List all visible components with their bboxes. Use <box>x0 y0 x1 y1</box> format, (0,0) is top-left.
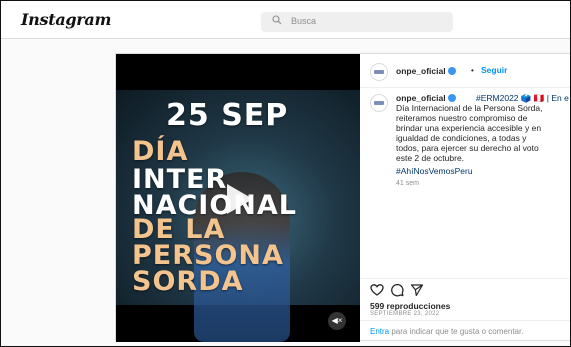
video-text-date: 25 SEP <box>166 98 289 133</box>
volume-off-icon[interactable]: ◀× <box>328 312 346 330</box>
login-prompt-text: para indicar que te gusta o comentar. <box>389 327 524 336</box>
post-dialog: 25 SEP DÍA INTER NACIONAL DE LA PERSONA … <box>115 53 570 342</box>
caption-line: este 2 de octubre. <box>396 153 465 163</box>
verified-badge-icon <box>447 94 456 102</box>
separator-dot: • <box>471 66 474 75</box>
caption-line: igualdad de condiciones, a todas y <box>396 133 527 143</box>
search-icon <box>272 15 282 25</box>
heart-icon[interactable] <box>370 283 384 297</box>
browser-viewport: Instagram Busca 25 SEP DÍA INTER NACIONA… <box>0 0 571 347</box>
caption-line: reiteramos nuestro compromiso de <box>396 113 528 123</box>
play-icon[interactable] <box>217 179 257 219</box>
caption-username-link[interactable]: onpe_oficial <box>396 93 446 103</box>
top-navbar: Instagram Busca <box>1 1 570 39</box>
post-author: onpe_oficial <box>396 66 456 76</box>
comment-icon[interactable] <box>390 283 404 297</box>
search-placeholder: Busca <box>291 16 317 26</box>
caption-author: onpe_oficial <box>396 93 456 103</box>
post-sidebar: onpe_oficial • Seguir ⋯ onpe_oficial #ER… <box>360 54 570 342</box>
action-bar <box>360 278 570 300</box>
follow-button[interactable]: Seguir <box>481 65 507 75</box>
login-link[interactable]: Entra <box>370 327 389 336</box>
hashtag-link[interactable]: #AhíNosVemosPeru <box>396 166 473 176</box>
caption-avatar[interactable] <box>370 94 388 112</box>
post-date: SEPTIEMBRE 23, 2022 <box>370 311 440 317</box>
avatar[interactable] <box>370 63 388 81</box>
caption-line: Día Internacional de la Persona Sorda, <box>396 103 543 113</box>
search-input[interactable]: Busca <box>261 12 453 32</box>
caption-line: todos, para ejercer su derecho al voto <box>396 143 539 153</box>
video-text-line: SORDA <box>132 266 244 297</box>
view-count: 599 reproducciones <box>370 301 451 311</box>
instagram-logo[interactable]: Instagram <box>21 10 111 29</box>
share-icon[interactable] <box>410 283 424 297</box>
login-prompt: Entra para indicar que te gusta o coment… <box>360 320 570 342</box>
caption: onpe_oficial #ERM2022 🗳️ 🇵🇪 | En e Día I… <box>360 88 570 278</box>
post-header: onpe_oficial • Seguir ⋯ <box>360 54 570 88</box>
post-time-ago: 41 sem <box>396 180 419 187</box>
video-text-line: DÍA <box>132 136 189 167</box>
verified-badge-icon <box>447 67 456 75</box>
video-player[interactable]: 25 SEP DÍA INTER NACIONAL DE LA PERSONA … <box>116 54 360 342</box>
username-link[interactable]: onpe_oficial <box>396 66 446 76</box>
caption-line: brindar una experiencia accesible y en <box>396 123 542 133</box>
